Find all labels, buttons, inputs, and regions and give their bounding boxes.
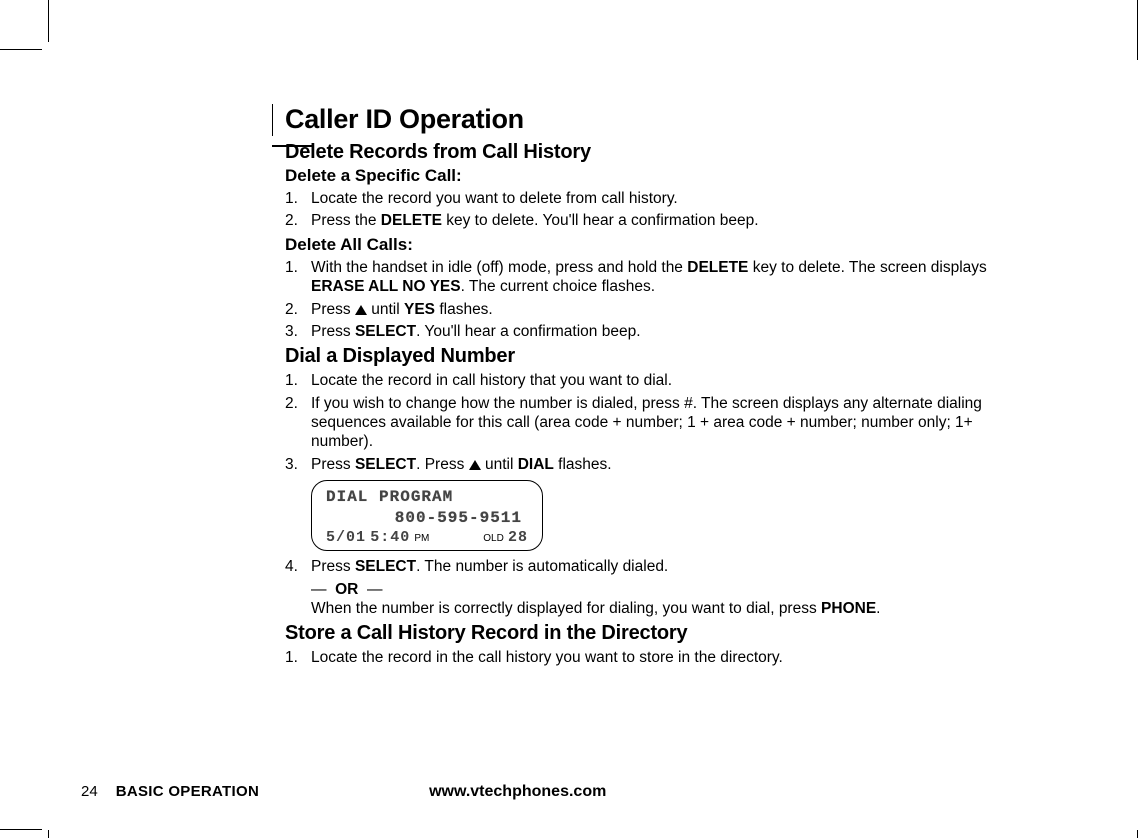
footer-url: www.vtechphones.com xyxy=(429,783,606,801)
step-number: 4. xyxy=(285,557,311,576)
list-item: 1. With the handset in idle (off) mode, … xyxy=(285,258,1032,297)
step-number: 1. xyxy=(285,371,311,390)
step-number: 3. xyxy=(285,455,311,474)
step-number: 2. xyxy=(285,394,311,452)
step-text: Locate the record in the call history yo… xyxy=(311,648,1032,667)
lcd-display: DIAL PROGRAM 800-595-9511 5/01 5:40 PM O… xyxy=(311,480,1032,551)
step-number: 2. xyxy=(285,300,311,319)
crop-mark xyxy=(0,829,42,830)
footer-section: BASIC OPERATION xyxy=(116,783,259,800)
delete-records-heading: Delete Records from Call History xyxy=(285,141,1032,164)
list-item: 2. If you wish to change how the number … xyxy=(285,394,1032,452)
delete-specific-heading: Delete a Specific Call: xyxy=(285,166,1032,186)
step-number: 1. xyxy=(285,648,311,667)
delete-all-heading: Delete All Calls: xyxy=(285,235,1032,255)
list-item: 3. Press SELECT. You'll hear a confirmat… xyxy=(285,322,1032,341)
step-number: 1. xyxy=(285,189,311,208)
page-number: 24 xyxy=(81,783,98,800)
step-number: 1. xyxy=(285,258,311,297)
list-item: 2. Press until YES flashes. xyxy=(285,300,1032,319)
list-item: 2. Press the DELETE key to delete. You'l… xyxy=(285,211,1032,230)
step-alt: When the number is correctly displayed f… xyxy=(311,599,1032,618)
step-text: Locate the record in call history that y… xyxy=(311,371,1032,390)
crop-mark xyxy=(0,49,42,50)
lcd-line-1: DIAL PROGRAM xyxy=(326,487,528,508)
step-text: Press until YES flashes. xyxy=(311,300,1032,319)
footer: 24 BASIC OPERATION www.vtechphones.com xyxy=(81,783,961,801)
crop-mark xyxy=(48,0,49,42)
page-title: Caller ID Operation xyxy=(285,104,1032,135)
list-item: 1. Locate the record in the call history… xyxy=(285,648,1032,667)
step-number: 2. xyxy=(285,211,311,230)
step-text: If you wish to change how the number is … xyxy=(311,394,1032,452)
step-text: Locate the record you want to delete fro… xyxy=(311,189,1032,208)
lcd-line-2: 800-595-9511 xyxy=(326,508,528,529)
crop-mark xyxy=(48,830,49,838)
list-item: 1. Locate the record in call history tha… xyxy=(285,371,1032,390)
list-item: 4. Press SELECT. The number is automatic… xyxy=(285,557,1032,576)
store-heading: Store a Call History Record in the Direc… xyxy=(285,622,1032,645)
step-text: Press SELECT. The number is automaticall… xyxy=(311,557,1032,576)
step-text: Press SELECT. Press until DIAL flashes. xyxy=(311,455,1032,474)
dial-heading: Dial a Displayed Number xyxy=(285,345,1032,368)
lcd-old: OLD xyxy=(483,533,504,544)
step-number: 3. xyxy=(285,322,311,341)
lcd-ampm: PM xyxy=(414,533,429,544)
step-or: — OR — xyxy=(311,580,1032,599)
step-text: With the handset in idle (off) mode, pre… xyxy=(311,258,1032,297)
up-arrow-icon xyxy=(355,305,367,315)
list-item: 1. Locate the record you want to delete … xyxy=(285,189,1032,208)
step-text: Press SELECT. You'll hear a confirmation… xyxy=(311,322,1032,341)
step-text: Press the DELETE key to delete. You'll h… xyxy=(311,211,1032,230)
list-item: 3. Press SELECT. Press until DIAL flashe… xyxy=(285,455,1032,474)
lcd-time: 5:40 xyxy=(370,529,410,546)
up-arrow-icon xyxy=(469,460,481,470)
lcd-date: 5/01 xyxy=(326,529,366,546)
lcd-count: 28 xyxy=(508,529,528,546)
lcd-line-3: 5/01 5:40 PM OLD 28 xyxy=(326,529,528,547)
content: Caller ID Operation Delete Records from … xyxy=(272,104,1032,672)
